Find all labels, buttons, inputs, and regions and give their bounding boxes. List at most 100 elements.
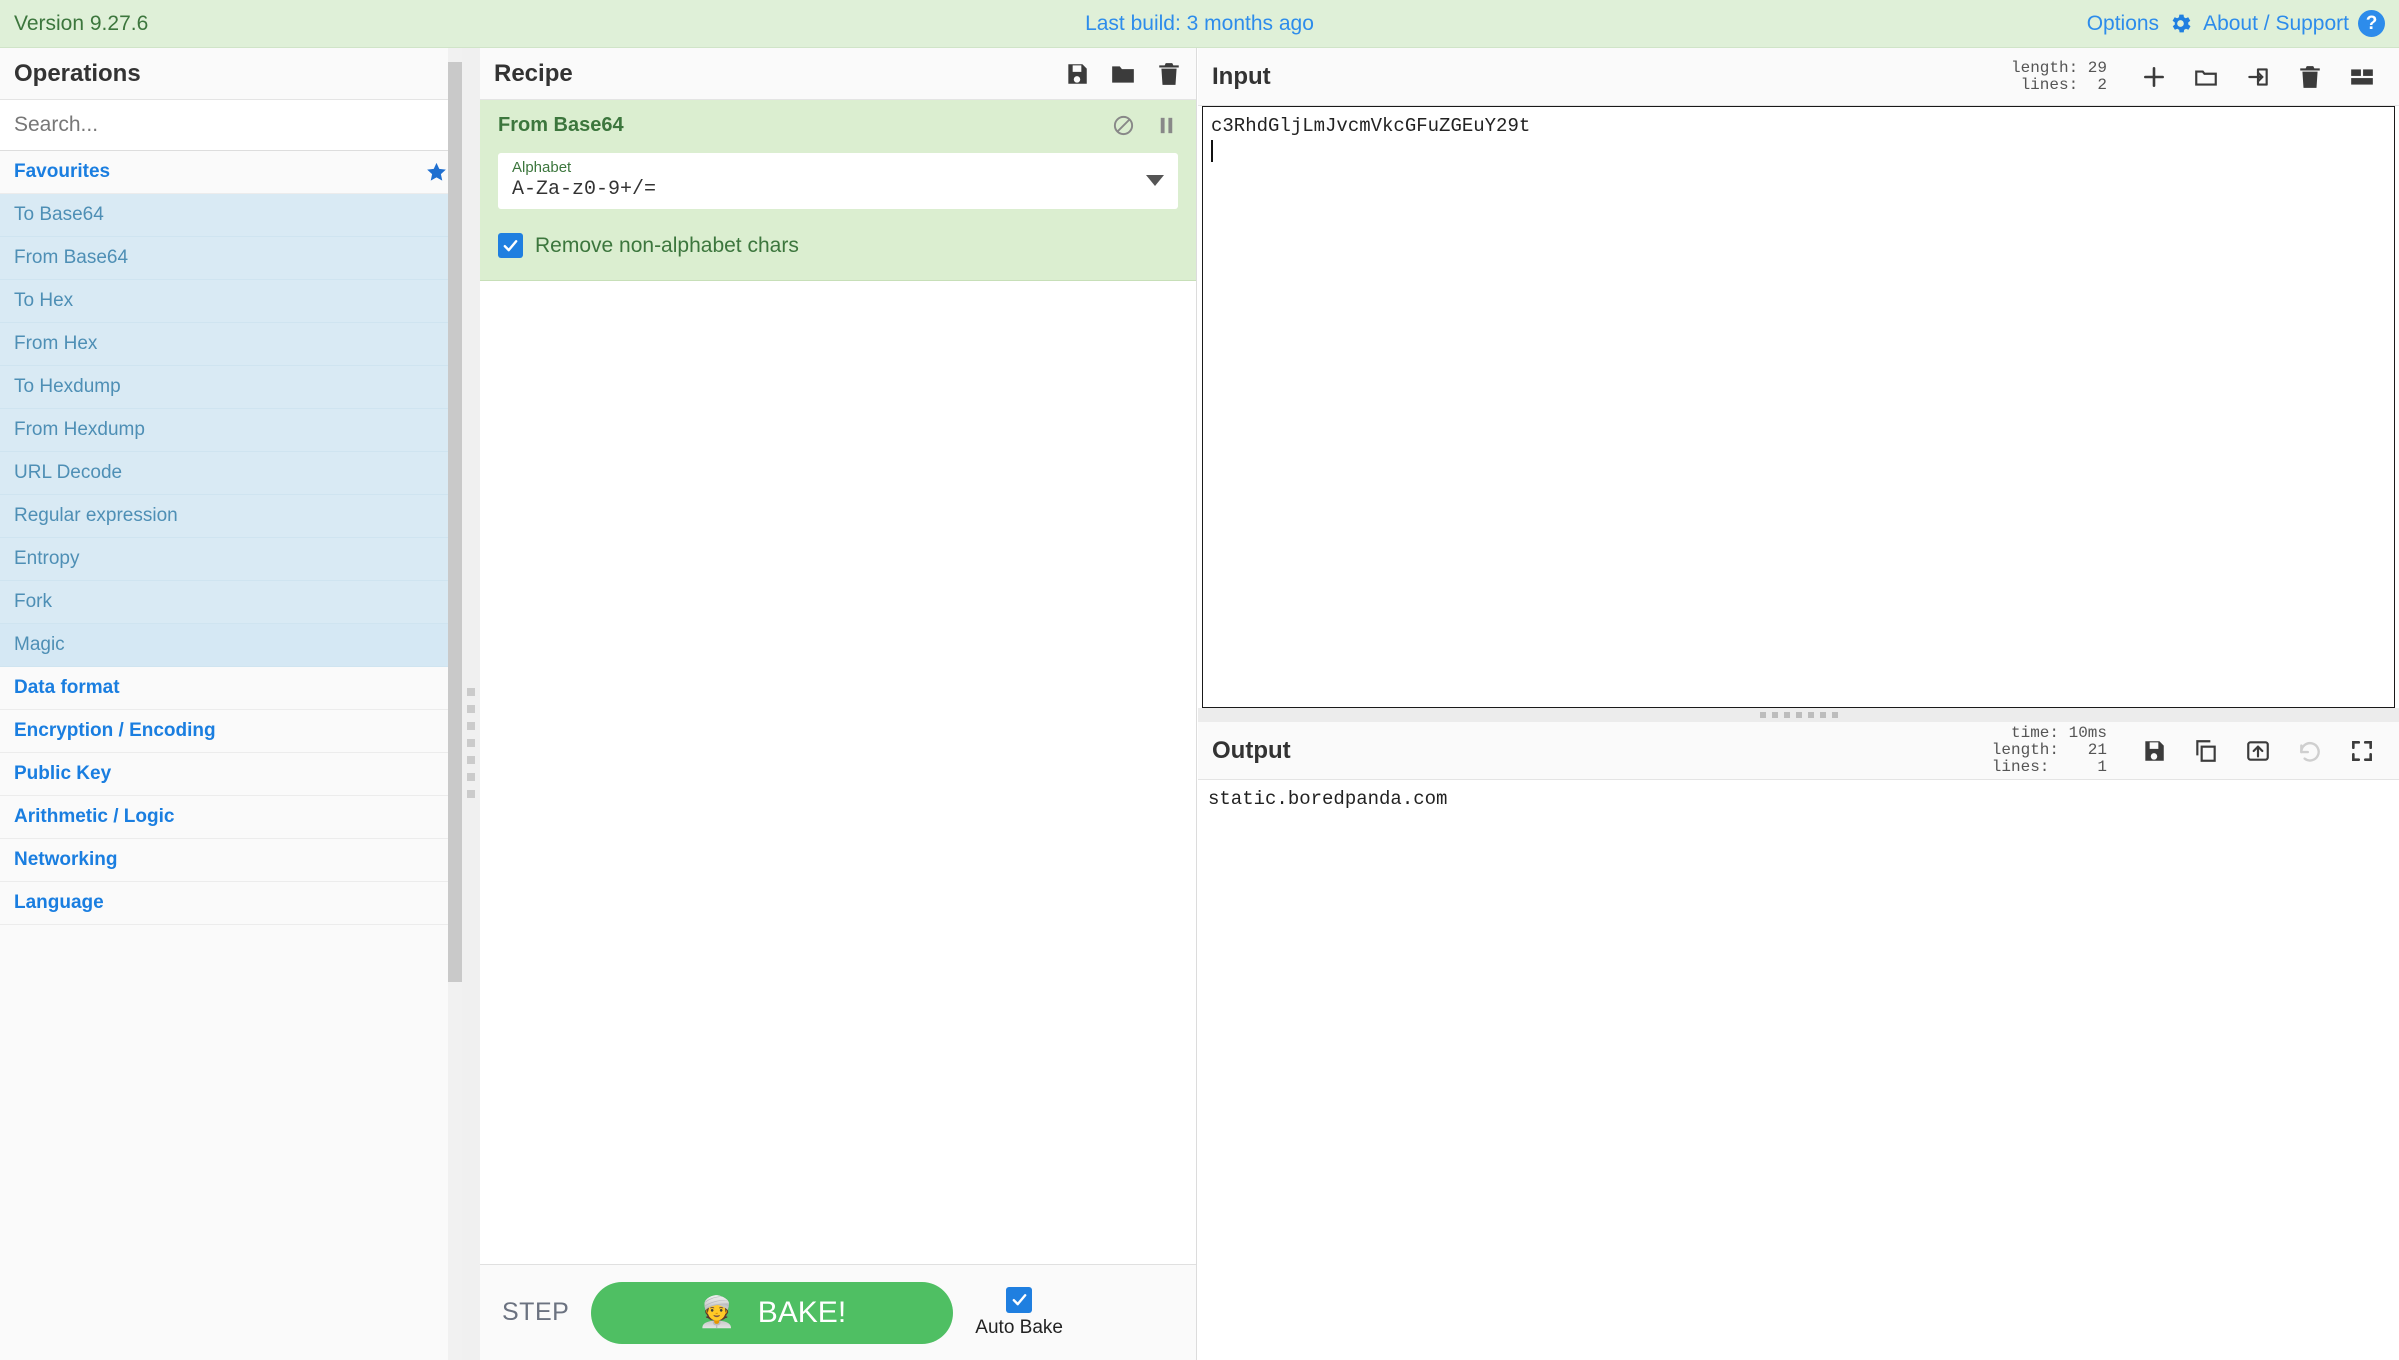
input-title: Input xyxy=(1212,62,1271,90)
chevron-down-icon[interactable] xyxy=(1146,175,1164,186)
operation-item[interactable]: From Base64 xyxy=(0,237,462,280)
category-label: Networking xyxy=(14,849,118,870)
input-header: Input length: 29 lines: 2 xyxy=(1198,48,2399,106)
operation-name: From Base64 xyxy=(498,114,624,136)
recipe-title: Recipe xyxy=(494,59,573,87)
category-list: Data format Encryption / Encoding Public K… xyxy=(0,667,462,925)
input-actions xyxy=(2141,64,2385,90)
folder-icon[interactable] xyxy=(2193,64,2219,90)
trash-icon[interactable] xyxy=(1156,61,1182,87)
auto-bake-toggle[interactable]: Auto Bake xyxy=(975,1286,1063,1339)
input-panel: Input length: 29 lines: 2 c3RhdGljLmJvcm… xyxy=(1198,48,2399,708)
chef-icon: 👳 xyxy=(698,1296,736,1329)
output-actions xyxy=(2141,738,2385,764)
operation-item[interactable]: From Hexdump xyxy=(0,409,462,452)
category-label: Encryption / Encoding xyxy=(14,720,216,741)
top-banner: Version 9.27.6 Last build: 3 months ago … xyxy=(0,0,2399,48)
operation-item[interactable]: To Base64 xyxy=(0,194,462,237)
layout-icon[interactable] xyxy=(2349,64,2375,90)
about-support-button[interactable]: About / Support ? xyxy=(2203,10,2385,37)
io-panel: Input length: 29 lines: 2 c3RhdGljLmJvcm… xyxy=(1198,48,2399,1360)
operations-scrollbar[interactable] xyxy=(448,48,462,1360)
category-favourites[interactable]: Favourites xyxy=(0,151,462,194)
banner-actions: Options About / Support ? xyxy=(2087,10,2385,37)
move-to-input-icon[interactable] xyxy=(2245,738,2271,764)
recipe-operation-from-base64[interactable]: From Base64 Alphabet A-Za-z0-9+/= Remove… xyxy=(480,100,1196,281)
last-build-label: Last build: 3 months ago xyxy=(1085,11,1314,35)
output-text: static.boredpanda.com xyxy=(1208,788,1448,810)
options-button[interactable]: Options xyxy=(2087,11,2193,36)
operation-item[interactable]: To Hex xyxy=(0,280,462,323)
remove-non-alphabet-checkbox[interactable] xyxy=(498,233,523,258)
operations-recipe-splitter[interactable] xyxy=(462,48,480,1360)
operation-category[interactable]: Data format xyxy=(0,667,462,710)
operation-item[interactable]: Entropy xyxy=(0,538,462,581)
favourites-list: To Base64 From Base64 To Hex From Hex To Hex… xyxy=(0,194,462,667)
output-stats: time: 10ms length: 21 lines: 1 xyxy=(1991,724,2107,776)
category-label: Arithmetic / Logic xyxy=(14,806,175,827)
operation-category[interactable]: Public Key xyxy=(0,753,462,796)
splitter-grip xyxy=(467,688,475,807)
import-icon[interactable] xyxy=(2245,64,2271,90)
output-panel: Output time: 10ms length: 21 lines: 1 st… xyxy=(1198,722,2399,1360)
input-output-splitter[interactable] xyxy=(1198,708,2399,722)
auto-bake-label: Auto Bake xyxy=(975,1316,1063,1338)
maximise-icon[interactable] xyxy=(2349,738,2375,764)
bake-button[interactable]: 👳 BAKE! xyxy=(591,1281,954,1344)
plus-icon[interactable] xyxy=(2141,64,2167,90)
help-icon: ? xyxy=(2358,10,2385,37)
folder-icon[interactable] xyxy=(1110,61,1136,87)
input-text: c3RhdGljLmJvcmVkcGFuZGEuY29t xyxy=(1211,115,1531,137)
star-icon xyxy=(427,162,446,181)
options-label: Options xyxy=(2086,11,2160,35)
operation-item[interactable]: Regular expression xyxy=(0,495,462,538)
operations-title: Operations xyxy=(0,48,462,100)
operations-panel: Operations Favourites To Base64From Base… xyxy=(0,48,462,1360)
step-button[interactable]: STEP xyxy=(502,1298,569,1327)
category-label: Language xyxy=(14,892,104,913)
recipe-operations-list[interactable]: From Base64 Alphabet A-Za-z0-9+/= Remove… xyxy=(480,100,1196,1264)
operation-category[interactable]: Language xyxy=(0,882,462,925)
about-support-label: About / Support xyxy=(2203,11,2349,35)
operation-item[interactable]: Magic xyxy=(0,624,462,667)
category-label: Public Key xyxy=(14,763,112,784)
search-row xyxy=(0,100,462,151)
operation-item[interactable]: URL Decode xyxy=(0,452,462,495)
disable-icon[interactable] xyxy=(1112,114,1135,137)
operation-item[interactable]: From Hex xyxy=(0,323,462,366)
auto-bake-checkbox[interactable] xyxy=(1006,1286,1033,1313)
save-icon[interactable] xyxy=(2141,738,2167,764)
recipe-actions xyxy=(1064,61,1182,87)
operations-scrollbar-thumb[interactable] xyxy=(448,62,462,982)
bake-label: BAKE! xyxy=(757,1295,847,1329)
remove-non-alphabet-label: Remove non-alphabet chars xyxy=(535,233,799,257)
text-caret xyxy=(1211,140,1213,162)
operation-controls xyxy=(1112,114,1178,137)
input-stats: length: 29 lines: 2 xyxy=(2010,58,2107,94)
trash-icon[interactable] xyxy=(2297,64,2323,90)
operation-item[interactable]: Fork xyxy=(0,581,462,624)
save-icon[interactable] xyxy=(1064,61,1090,87)
undo-icon[interactable] xyxy=(2297,738,2323,764)
favourites-label: Favourites xyxy=(14,161,111,182)
pause-icon[interactable] xyxy=(1155,114,1178,137)
remove-non-alphabet-row[interactable]: Remove non-alphabet chars xyxy=(498,233,1178,258)
copy-icon[interactable] xyxy=(2193,738,2219,764)
operation-category[interactable]: Arithmetic / Logic xyxy=(0,796,462,839)
recipe-panel: Recipe From Base64 Alphabet A-Za-z0-9+/=… xyxy=(480,48,1197,1360)
alphabet-label: Alphabet xyxy=(512,159,572,176)
output-title: Output xyxy=(1212,736,1291,764)
operation-item[interactable]: To Hexdump xyxy=(0,366,462,409)
search-input[interactable] xyxy=(0,100,462,150)
gear-icon xyxy=(2172,14,2191,33)
recipe-title-bar: Recipe xyxy=(480,48,1196,100)
alphabet-arg[interactable]: Alphabet xyxy=(498,153,1178,209)
input-textarea[interactable]: c3RhdGljLmJvcmVkcGFuZGEuY29t xyxy=(1202,106,2395,708)
operation-header: From Base64 xyxy=(498,114,1178,137)
alphabet-input[interactable] xyxy=(512,177,1138,203)
operation-category[interactable]: Networking xyxy=(0,839,462,882)
operation-category[interactable]: Encryption / Encoding xyxy=(0,710,462,753)
output-header: Output time: 10ms length: 21 lines: 1 xyxy=(1198,722,2399,780)
category-label: Data format xyxy=(14,677,120,698)
output-textarea[interactable]: static.boredpanda.com xyxy=(1198,780,2399,1360)
